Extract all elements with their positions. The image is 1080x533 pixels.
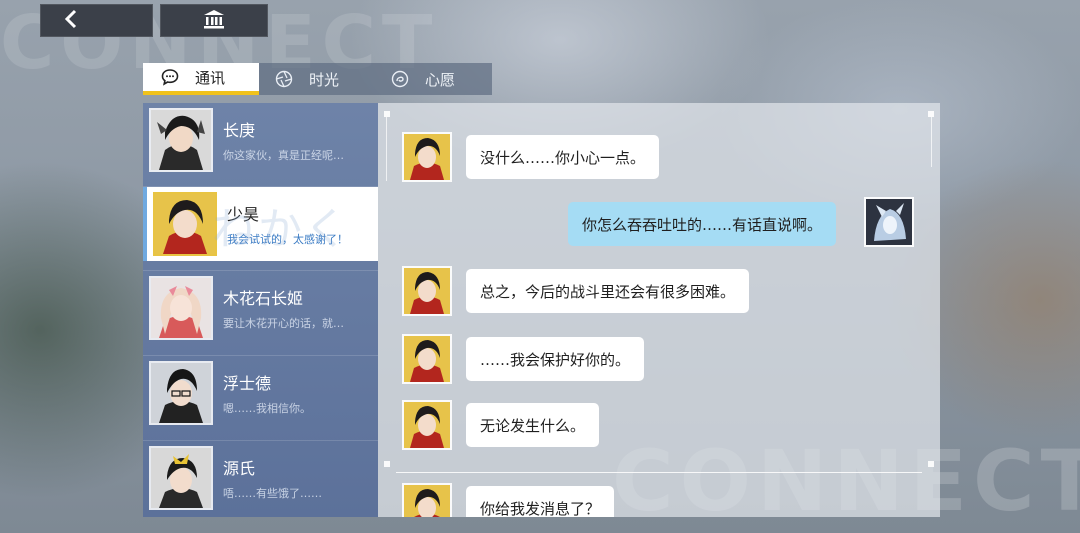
- message-bubble: 你给我发消息了？: [466, 486, 615, 518]
- frame-guide: [931, 117, 932, 167]
- frame-corner: [928, 461, 934, 467]
- avatar: [864, 197, 914, 247]
- message-text: 无论发生什么。: [480, 416, 586, 435]
- message-text: 总之，今后的战斗里还会有很多困难。: [480, 282, 736, 301]
- back-button[interactable]: [40, 4, 153, 37]
- tab-label: 心愿: [425, 70, 456, 89]
- contact-name: 长庚: [223, 121, 256, 140]
- speech-bubble-icon: [161, 68, 179, 86]
- contact-item[interactable]: 木花石长姬 要让木花开心的话，就…: [143, 271, 378, 345]
- decoration-text: ねかく: [212, 204, 350, 255]
- contact-item[interactable]: 浮士德 嗯……我相信你。: [143, 356, 378, 430]
- message-bubble: ……我会保护好你的。: [466, 337, 645, 381]
- contact-item[interactable]: 源氏 唔……有些饿了……: [143, 441, 378, 515]
- avatar: [402, 132, 452, 182]
- contact-item[interactable]: 长庚 你这家伙，真是正经呢…: [143, 103, 378, 177]
- tab-label: 通讯: [195, 68, 226, 87]
- avatar: [149, 361, 213, 425]
- tab-bar: 通讯 时光 心愿: [143, 63, 492, 95]
- message-text: ……我会保护好你的。: [480, 350, 631, 369]
- avatar: [149, 108, 213, 172]
- contact-name: 浮士德: [223, 374, 272, 393]
- frame-corner: [384, 111, 390, 117]
- divider: [396, 472, 922, 473]
- message-bubble: 无论发生什么。: [466, 403, 600, 447]
- avatar: [402, 334, 452, 384]
- frame-corner: [384, 461, 390, 467]
- chevron-left-icon: [63, 9, 79, 33]
- avatar: [149, 276, 213, 340]
- avatar: [153, 192, 217, 256]
- message-bubble-self: 你怎么吞吞吐吐的……有话直说啊。: [568, 202, 837, 246]
- message-text: 你怎么吞吞吐吐的……有话直说啊。: [582, 215, 823, 234]
- tab-label: 时光: [309, 70, 340, 89]
- bank-icon: [203, 9, 225, 33]
- home-button[interactable]: [160, 4, 268, 37]
- avatar: [402, 400, 452, 450]
- tab-time[interactable]: 时光: [259, 63, 375, 95]
- message-text: 你给我发消息了？: [480, 499, 601, 518]
- tab-messages[interactable]: 通讯: [143, 63, 259, 95]
- message-bubble: 没什么……你小心一点。: [466, 135, 660, 179]
- contact-preview: 嗯……我相信你。: [223, 402, 311, 415]
- contact-preview: 唔……有些饿了……: [223, 487, 322, 500]
- frame-guide: [386, 117, 387, 181]
- swirl-icon: [391, 70, 409, 88]
- tab-wishes[interactable]: 心愿: [375, 63, 491, 95]
- message-text: 没什么……你小心一点。: [480, 148, 646, 167]
- avatar: [402, 483, 452, 517]
- chat-panel[interactable]: 没什么……你小心一点。 你怎么吞吞吐吐的……有话直说啊。 总之，今后的战斗里还会…: [378, 103, 940, 517]
- contact-preview: 要让木花开心的话，就…: [223, 317, 344, 330]
- message-bubble: 总之，今后的战斗里还会有很多困难。: [466, 269, 750, 313]
- avatar: [402, 266, 452, 316]
- aperture-icon: [275, 70, 293, 88]
- contact-preview: 你这家伙，真是正经呢…: [223, 149, 344, 162]
- contact-list: 长庚 你这家伙，真是正经呢… 少昊 我会试试的，太感谢了！ 木花石长姬 要让木花…: [143, 103, 378, 517]
- avatar: [149, 446, 213, 510]
- contact-name: 木花石长姬: [223, 289, 304, 308]
- contact-name: 源氏: [223, 459, 256, 478]
